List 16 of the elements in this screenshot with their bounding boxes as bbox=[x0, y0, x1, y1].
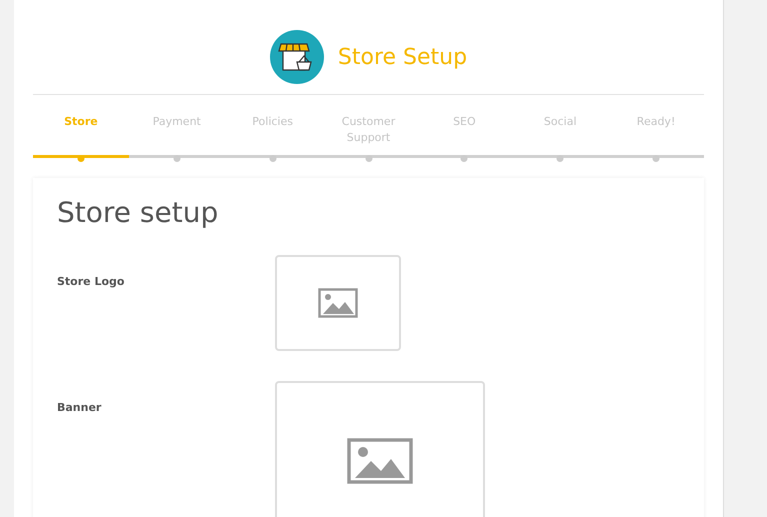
step-tab[interactable]: SEO bbox=[416, 95, 512, 155]
step-tab[interactable]: Social bbox=[512, 95, 608, 155]
image-upload[interactable] bbox=[275, 255, 401, 351]
field-label: Banner bbox=[57, 400, 102, 416]
step-tab[interactable]: Policies bbox=[224, 95, 321, 155]
image-icon bbox=[318, 288, 358, 318]
form-title: Store setup bbox=[57, 196, 220, 229]
page-title: Store Setup bbox=[338, 44, 468, 70]
step-tab[interactable]: Store bbox=[33, 95, 129, 155]
image-icon bbox=[347, 438, 413, 484]
step-tab[interactable]: Ready! bbox=[608, 95, 704, 155]
step-tab[interactable]: Customer Support bbox=[320, 95, 416, 155]
field-label: Store Logo bbox=[57, 274, 126, 290]
image-upload[interactable] bbox=[275, 381, 485, 517]
step-tab[interactable]: Payment bbox=[128, 95, 225, 155]
store-logo-icon bbox=[270, 30, 324, 84]
